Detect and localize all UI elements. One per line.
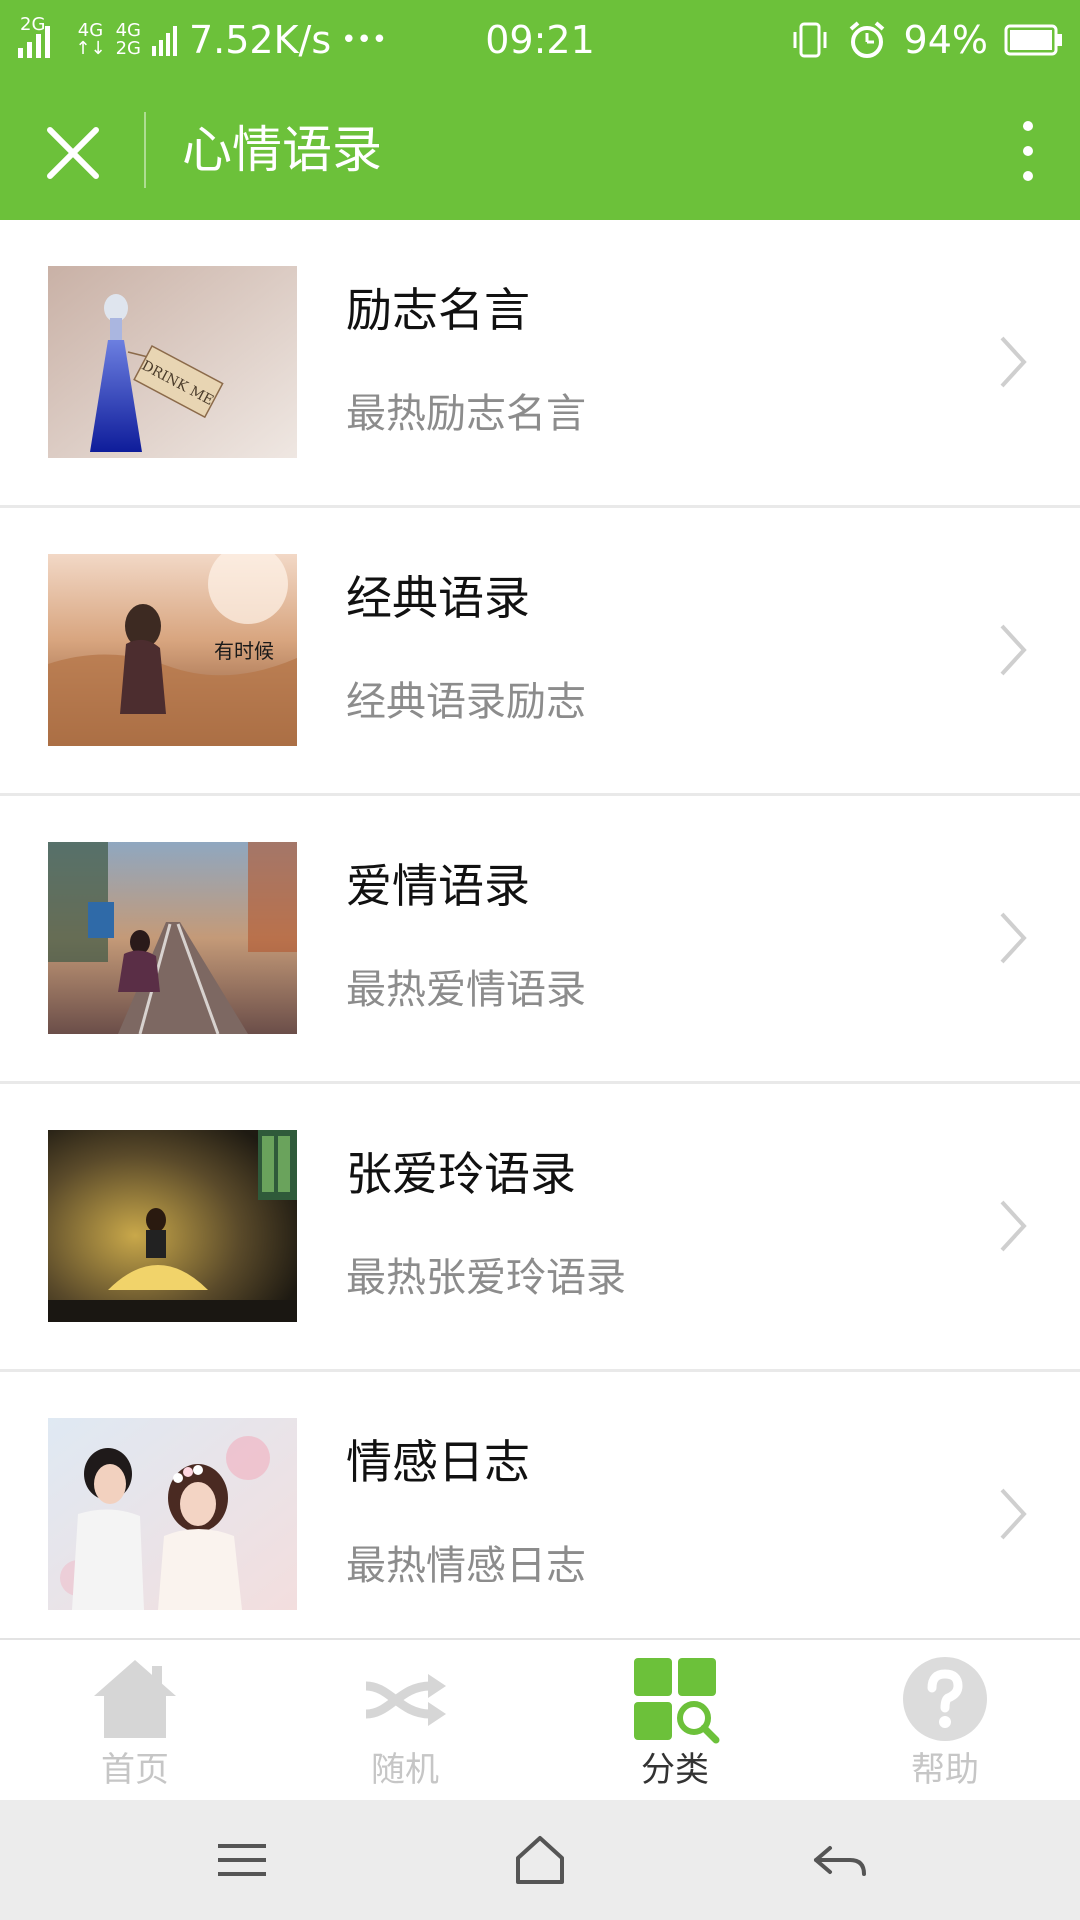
chevron-right-icon [1000, 336, 1027, 388]
tab-home[interactable]: 首页 [0, 1640, 270, 1800]
battery-icon [1004, 24, 1062, 56]
back-icon[interactable] [810, 1830, 870, 1890]
list-item[interactable]: 情感日志 最热情感日志 [0, 1372, 1080, 1660]
home-nav-icon[interactable] [510, 1830, 570, 1890]
list-item[interactable]: 有时候 经典语录 经典语录励志 [0, 508, 1080, 796]
alarm-icon [849, 21, 884, 58]
tab-label: 帮助 [911, 1750, 979, 1790]
tab-label: 分类 [641, 1750, 709, 1790]
item-title: 情感日志 [346, 1435, 530, 1489]
close-icon[interactable] [40, 120, 106, 186]
item-subtitle: 最热励志名言 [346, 391, 586, 437]
chevron-right-icon [1000, 912, 1027, 964]
thumbnail-image: 有时候 [48, 554, 297, 746]
thumbnail-image: DRINK ME [48, 266, 297, 458]
tab-random[interactable]: 随机 [270, 1640, 540, 1800]
category-search-icon [634, 1658, 720, 1744]
tab-category[interactable]: 分类 [540, 1640, 810, 1800]
thumbnail-image [48, 842, 297, 1034]
bottom-tab-bar: 首页 随机 分类 帮助 [0, 1638, 1080, 1800]
item-subtitle: 经典语录励志 [346, 679, 586, 725]
item-subtitle: 最热爱情语录 [346, 967, 586, 1013]
status-bar: 2G 4G ↑↓ 4G 2G 7.52K/s ••• 09:21 94% [0, 0, 1080, 80]
tab-label: 首页 [101, 1750, 169, 1790]
list-item[interactable]: 张爱玲语录 最热张爱玲语录 [0, 1084, 1080, 1372]
menu-icon[interactable] [212, 1830, 272, 1890]
item-subtitle: 最热情感日志 [346, 1543, 586, 1589]
item-title: 爱情语录 [346, 859, 530, 913]
list-item[interactable]: 爱情语录 最热爱情语录 [0, 796, 1080, 1084]
tab-help[interactable]: 帮助 [810, 1640, 1080, 1800]
page-title: 心情语录 [182, 121, 382, 179]
category-list: DRINK ME 励志名言 最热励志名言 有时候 经典语录 经典语录励志 爱情语… [0, 220, 1080, 1660]
list-item[interactable]: DRINK ME 励志名言 最热励志名言 [0, 220, 1080, 508]
home-icon [94, 1660, 176, 1738]
thumbnail-image [48, 1418, 297, 1610]
system-nav-bar [0, 1800, 1080, 1920]
tab-label: 随机 [371, 1750, 439, 1790]
status-right: 94% [790, 14, 1064, 66]
item-title: 经典语录 [346, 571, 530, 625]
header-divider [144, 112, 146, 188]
chevron-right-icon [1000, 1488, 1027, 1540]
help-icon [903, 1657, 987, 1741]
item-title: 张爱玲语录 [346, 1147, 576, 1201]
battery-percent: 94% [903, 18, 988, 62]
more-options-icon[interactable] [1010, 116, 1046, 186]
vibrate-icon [793, 22, 827, 58]
thumb-caption: 有时候 [214, 639, 274, 663]
shuffle-icon [365, 1674, 446, 1726]
item-title: 励志名言 [346, 283, 530, 337]
item-subtitle: 最热张爱玲语录 [346, 1255, 626, 1301]
chevron-right-icon [1000, 624, 1027, 676]
app-header: 心情语录 [0, 80, 1080, 220]
thumbnail-image [48, 1130, 297, 1322]
chevron-right-icon [1000, 1200, 1027, 1252]
